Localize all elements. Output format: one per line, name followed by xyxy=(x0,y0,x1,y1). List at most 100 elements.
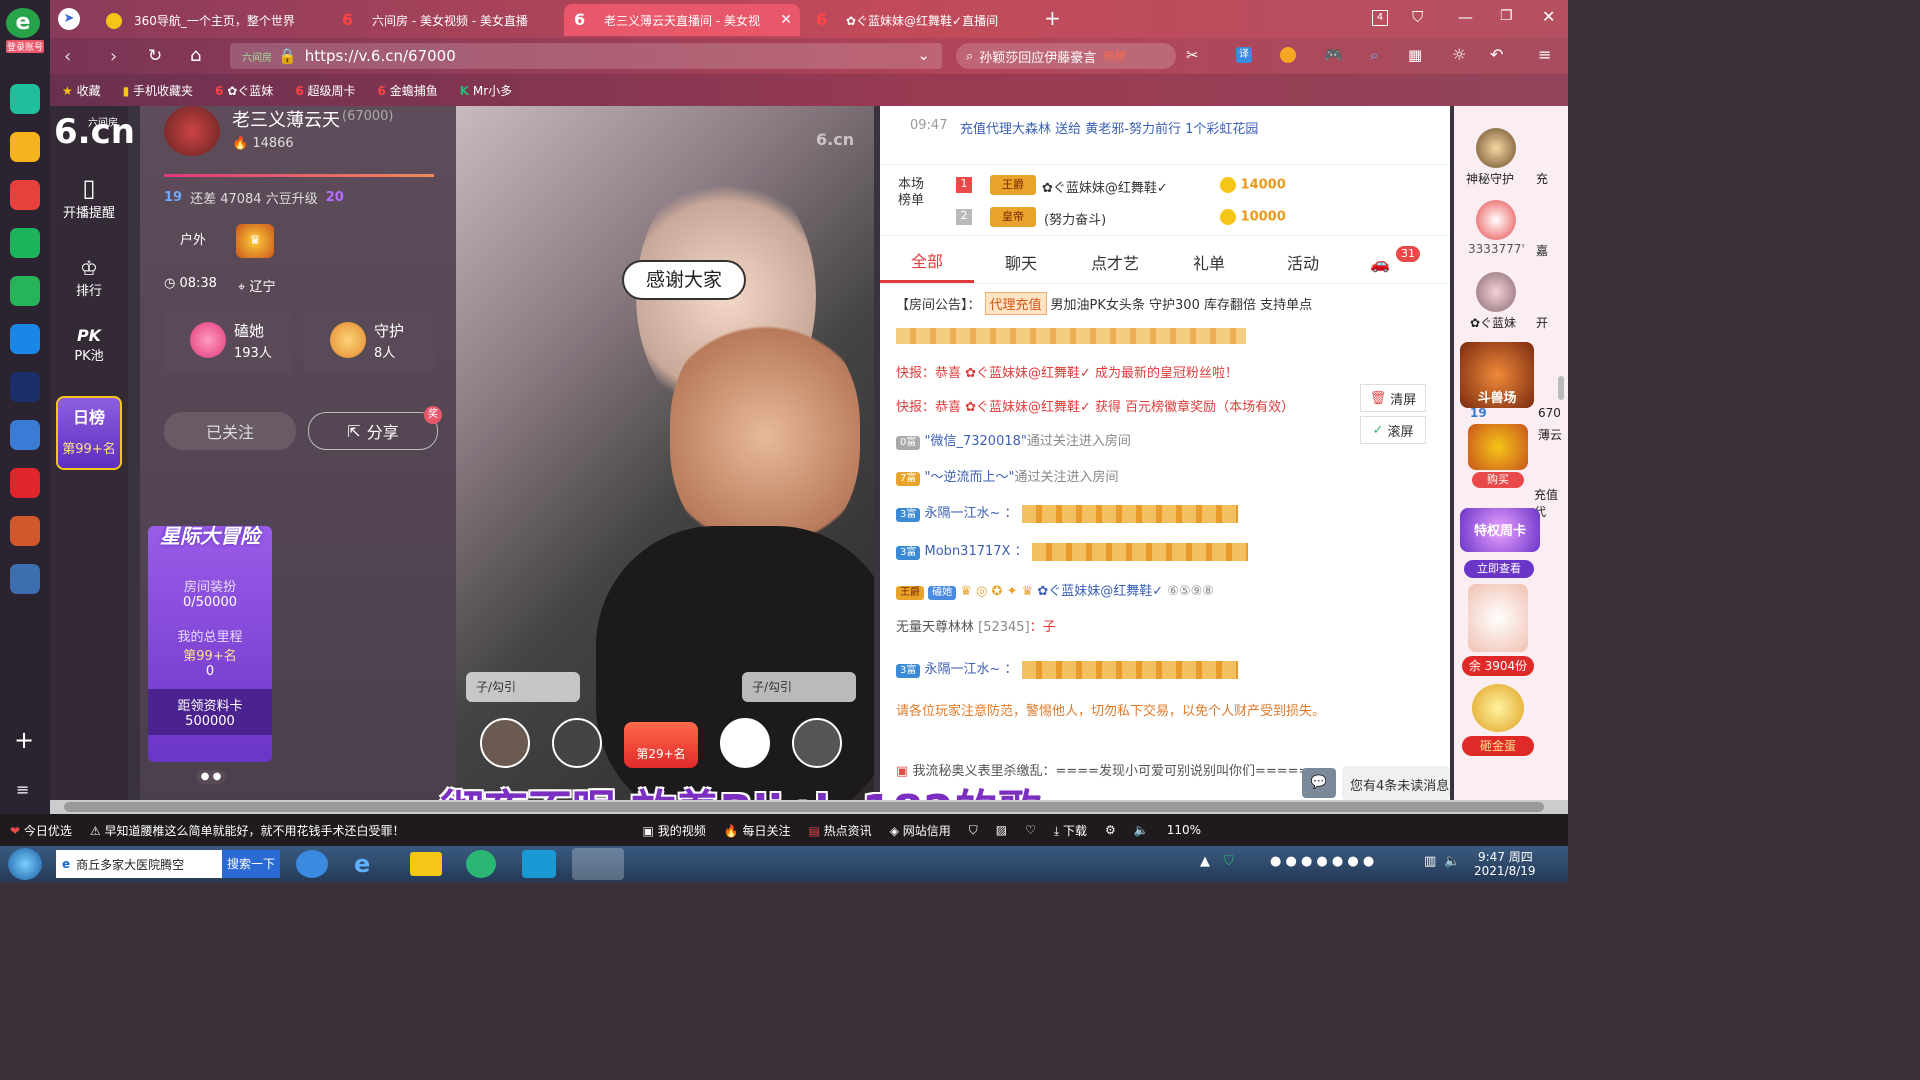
car-icon[interactable]: 🚗 31 xyxy=(1350,245,1420,282)
scissors-icon[interactable]: ✂ xyxy=(1186,46,1199,64)
golden-egg-icon[interactable] xyxy=(1472,684,1524,732)
arena-banner[interactable]: 斗兽场 xyxy=(1460,342,1534,408)
bookmark-weekly-card[interactable]: 6 超级周卡 xyxy=(295,82,355,99)
scrollbar-thumb[interactable] xyxy=(64,802,1544,812)
site-credit[interactable]: ◈ 网站信用 xyxy=(890,822,951,839)
tab-6cn-home[interactable]: 6 六间房 - 美女视频 - 美女直播 xyxy=(332,4,560,36)
chat-user[interactable]: ✿ぐ蓝妹妹@红舞鞋✓ xyxy=(1037,584,1163,599)
settings-icon[interactable]: ⚙ xyxy=(1105,823,1116,837)
user-avatar[interactable] xyxy=(1476,272,1516,312)
link-app-icon[interactable] xyxy=(10,276,40,306)
lucky-cat-icon[interactable] xyxy=(1468,584,1528,652)
back-icon[interactable]: ‹ xyxy=(64,46,71,67)
heart-outline-icon[interactable]: ♡ xyxy=(1025,823,1036,837)
chat-user[interactable]: 无量天尊林林 xyxy=(896,620,974,635)
undo-icon[interactable]: ↶ xyxy=(1490,45,1503,64)
add-icon[interactable]: + xyxy=(14,726,34,754)
pk-avatar[interactable] xyxy=(480,718,530,768)
nav-pk[interactable]: PK PK池 xyxy=(50,326,128,364)
game2-app-icon[interactable] xyxy=(10,564,40,594)
navigate-icon[interactable]: ➤ xyxy=(58,8,80,30)
unread-message-bar[interactable]: 💬 您有4条未读消息 xyxy=(1302,766,1450,800)
tab-chat[interactable]: 聊天 xyxy=(974,246,1068,282)
tab-360[interactable]: 360导航_一个主页，整个世界 xyxy=(94,4,330,36)
chat-user[interactable]: "微信_7320018" xyxy=(925,434,1027,449)
daily-pick[interactable]: ❤ 今日优选 xyxy=(10,822,72,839)
minimize-icon[interactable]: — xyxy=(1458,8,1473,26)
bookmark-favorites[interactable]: ★ 收藏 xyxy=(62,82,101,99)
chat-user[interactable]: 永隔一江水~ ： xyxy=(925,662,1018,677)
egg-button[interactable]: 砸金蛋 xyxy=(1462,736,1534,756)
search-button[interactable]: 搜索一下 xyxy=(222,850,280,878)
chevron-down-icon[interactable]: ⌄ xyxy=(917,46,930,64)
word-app-icon[interactable] xyxy=(10,420,40,450)
tab-talent[interactable]: 点才艺 xyxy=(1068,246,1162,282)
guard-card[interactable]: 守护 8人 xyxy=(304,310,434,374)
active-app-icon[interactable] xyxy=(572,848,624,880)
follow-button[interactable]: 已关注 xyxy=(164,412,296,450)
song-tag-right[interactable]: 子/勾引 xyxy=(742,672,856,702)
grid-icon[interactable]: ▦ xyxy=(1408,46,1422,64)
weibo-icon[interactable] xyxy=(10,180,40,210)
horizontal-scrollbar[interactable] xyxy=(50,800,1568,814)
p-app-icon[interactable] xyxy=(10,324,40,354)
privilege-button[interactable]: 立即查看 xyxy=(1464,560,1534,578)
tab-all[interactable]: 全部 xyxy=(880,244,974,283)
new-tab-icon[interactable]: + xyxy=(1044,6,1061,30)
clock-time[interactable]: 9:47 周四 xyxy=(1478,848,1533,865)
treasure-icon[interactable] xyxy=(1468,424,1528,470)
news-ticker[interactable]: ⚠ 早知道腰椎这么简单就能好，就不用花钱手术还白受罪！ xyxy=(90,822,405,839)
xiaohongshu-icon[interactable] xyxy=(10,468,40,498)
restore-icon[interactable]: ❐ xyxy=(1500,8,1513,24)
shield-icon[interactable]: ⛉ xyxy=(969,823,978,838)
pk-rank[interactable]: 第29+名 xyxy=(624,722,698,768)
game-app-icon[interactable] xyxy=(10,516,40,546)
daily-follow[interactable]: 🔥 每日关注 xyxy=(724,822,791,839)
chat-user[interactable]: Mobn31717X ： xyxy=(925,544,1028,559)
forward-icon[interactable]: › xyxy=(110,46,117,67)
nav-live-reminder[interactable]: ▯ 开播提醒 xyxy=(50,174,128,221)
news-app-icon[interactable] xyxy=(10,372,40,402)
share-button[interactable]: ⇱ 分享 xyxy=(308,412,438,450)
pk-avatar[interactable] xyxy=(720,718,770,768)
menu-icon[interactable]: ≡ xyxy=(16,780,29,799)
tab-events[interactable]: 活动 xyxy=(1256,246,1350,282)
my-video[interactable]: ▣ 我的视频 xyxy=(643,822,706,839)
magnifier-icon[interactable]: ⌕ xyxy=(1370,46,1378,64)
pk-avatar[interactable] xyxy=(552,718,602,768)
bookmark-fishing[interactable]: 6 金蟾捕鱼 xyxy=(378,82,438,99)
taskbar-search[interactable]: e 商丘多家大医院腾空 xyxy=(56,850,222,878)
rank-name[interactable]: ✿ぐ蓝妹妹@红舞鞋✓ xyxy=(1042,177,1168,196)
tray-shield-icon[interactable]: ⛉ xyxy=(1224,854,1234,869)
player-icon[interactable] xyxy=(522,850,556,878)
guard-avatar[interactable] xyxy=(1476,128,1516,168)
brightness-icon[interactable]: ☼ xyxy=(1452,45,1466,64)
translate-icon[interactable]: 译 xyxy=(1236,47,1252,63)
close-window-icon[interactable]: ✕ xyxy=(1542,7,1555,26)
speaker-icon[interactable]: 🔈 xyxy=(1444,854,1460,869)
bookmark-lanmei[interactable]: 6 ✿ぐ蓝妹 xyxy=(215,82,273,99)
search-input[interactable]: ⌕ 孙颖莎回应伊藤豪言 热搜 xyxy=(956,43,1176,69)
rank-name[interactable]: (努力奋斗) xyxy=(1044,209,1106,228)
home-icon[interactable]: ⌂ xyxy=(190,45,201,66)
menu-icon[interactable]: ≡ xyxy=(1538,45,1551,64)
bookmark-mobile[interactable]: ▮ 手机收藏夹 xyxy=(123,82,193,99)
host-tag[interactable]: 户外 xyxy=(164,228,222,254)
tab-current[interactable]: 6 老三义薄云天直播间 - 美女视 ✕ xyxy=(564,4,800,36)
chat-user[interactable]: 永隔一江水~ ： xyxy=(925,506,1018,521)
tab-count[interactable]: 4 xyxy=(1372,10,1388,26)
download[interactable]: ⤓ 下载 xyxy=(1054,822,1087,839)
privilege-banner[interactable]: 特权周卡 xyxy=(1460,508,1540,552)
start-button[interactable] xyxy=(8,848,42,880)
chat-user[interactable]: "～逆流而上～" xyxy=(925,470,1015,485)
carousel-dots[interactable]: ● ● xyxy=(196,770,226,784)
user-avatar[interactable] xyxy=(1476,200,1516,240)
site-logo[interactable]: 6.cn 六间房 xyxy=(52,112,135,152)
scrollbar-thumb[interactable] xyxy=(1558,376,1564,400)
tray-up-icon[interactable]: ▲ xyxy=(1200,854,1210,869)
coin-icon[interactable] xyxy=(1280,47,1296,63)
nav-ranking[interactable]: ♔ 排行 xyxy=(50,256,128,299)
browser-logo[interactable]: e 登录账号 xyxy=(6,8,44,56)
refresh-icon[interactable]: ↻ xyxy=(148,46,162,66)
auto-scroll-button[interactable]: ✓ 滚屏 xyxy=(1360,416,1426,444)
